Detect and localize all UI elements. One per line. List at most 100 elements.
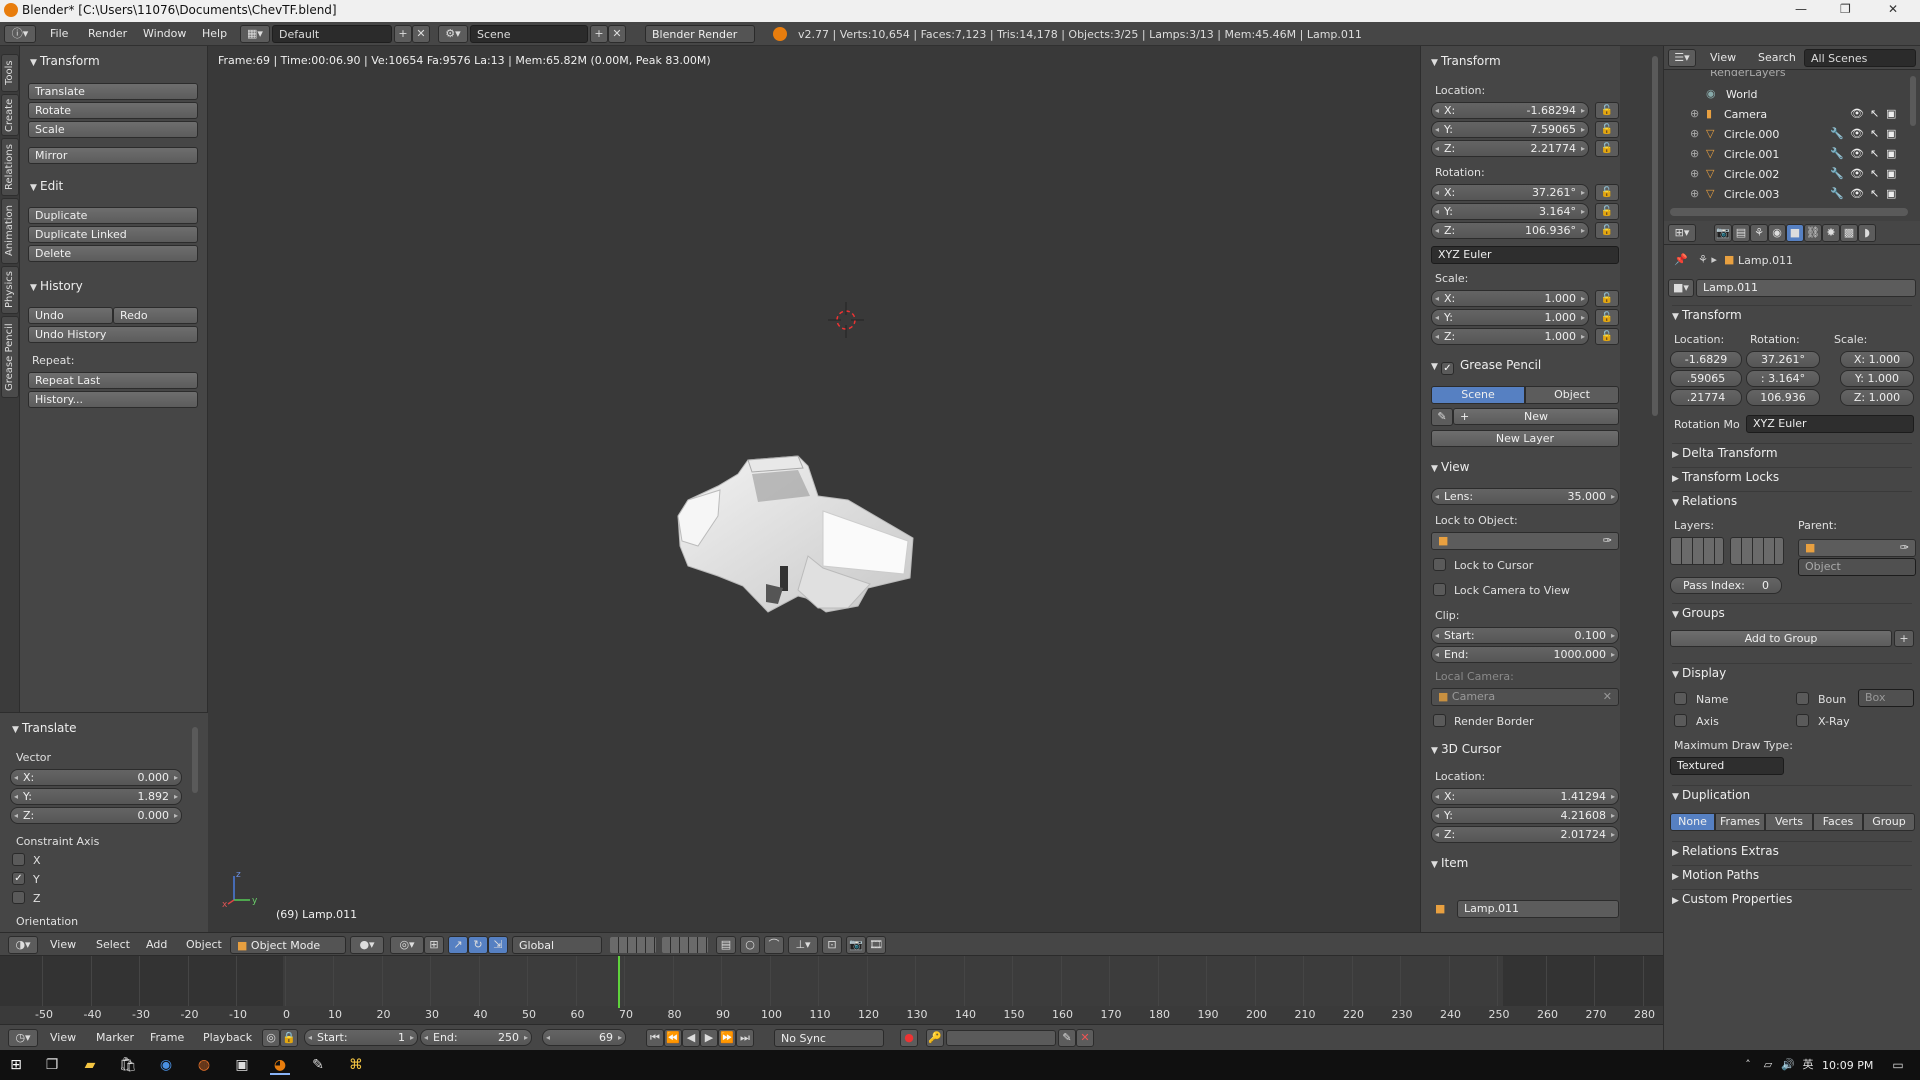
- editor-type-outliner-icon[interactable]: ☰▾: [1668, 49, 1696, 67]
- pe-rotation-y[interactable]: : 3.164°: [1746, 370, 1820, 387]
- truck-model[interactable]: [648, 416, 948, 656]
- lock-icon[interactable]: 🔓: [1595, 140, 1619, 157]
- transform-orientation-select[interactable]: Global: [512, 936, 602, 954]
- pe-scale-y[interactable]: Y: 1.000: [1840, 370, 1914, 387]
- notepad-icon[interactable]: ✎: [308, 1055, 328, 1075]
- visibility-eye-icon[interactable]: 👁: [1850, 147, 1864, 160]
- play-icon[interactable]: ▶: [700, 1029, 718, 1047]
- tab-create[interactable]: Create: [1, 94, 19, 136]
- outliner-row-circle001[interactable]: ⊕ ▽ Circle.001 🔧 👁 ↖ ▣: [1664, 144, 1920, 164]
- panel-transform-header[interactable]: ▼ Transform: [1431, 54, 1611, 74]
- opengl-anim-icon[interactable]: 🎞: [866, 936, 886, 954]
- texture-context-icon[interactable]: ▩: [1840, 224, 1858, 242]
- scale-x-field[interactable]: ◂ X: 1.000 ▸: [1431, 290, 1589, 307]
- render-border-checkbox[interactable]: [1433, 714, 1446, 727]
- rotation-x-field[interactable]: ◂ X: 37.261° ▸: [1431, 184, 1589, 201]
- ime-icon[interactable]: 英: [1798, 1055, 1818, 1075]
- lock-icon[interactable]: 🔓: [1595, 184, 1619, 201]
- visibility-eye-icon[interactable]: 👁: [1850, 127, 1864, 140]
- file-explorer-icon[interactable]: ▰: [80, 1055, 100, 1075]
- scale-y-field[interactable]: ◂ Y: 1.000 ▸: [1431, 309, 1589, 326]
- notification-center-icon[interactable]: ▭: [1888, 1055, 1908, 1075]
- dup-verts-toggle[interactable]: Verts: [1765, 813, 1813, 831]
- layers-grid-b[interactable]: [1730, 537, 1784, 565]
- outliner-row-circle000[interactable]: ⊕ ▽ Circle.000 🔧 👁 ↖ ▣: [1664, 124, 1920, 144]
- lock-icon[interactable]: 🔓: [1595, 309, 1619, 326]
- undo-button[interactable]: Undo: [28, 307, 113, 324]
- scale-z-field[interactable]: ◂ Z: 1.000 ▸: [1431, 328, 1589, 345]
- wrench-icon[interactable]: 🔧: [1830, 147, 1844, 160]
- pe-rotation-x[interactable]: 37.261°: [1746, 351, 1820, 368]
- playhead[interactable]: [618, 956, 621, 1008]
- lock-icon[interactable]: 🔓: [1595, 121, 1619, 138]
- render-layers-context-icon[interactable]: ▤: [1732, 224, 1750, 242]
- tab-relations[interactable]: Relations: [1, 138, 19, 196]
- object-data-icon[interactable]: ■▾: [1668, 279, 1694, 297]
- maximize-button[interactable]: ❐: [1840, 2, 1851, 16]
- store-icon[interactable]: 🛍: [118, 1055, 138, 1075]
- render-context-icon[interactable]: 📷: [1714, 224, 1732, 242]
- editor-type-info-icon[interactable]: ⓘ▾: [4, 25, 36, 43]
- snap-target-icon[interactable]: ⊡: [822, 936, 842, 954]
- menu-window[interactable]: Window: [143, 27, 186, 40]
- tab-tools[interactable]: Tools: [1, 54, 19, 92]
- parent-field[interactable]: ■ ✑: [1798, 539, 1916, 557]
- opengl-render-icon[interactable]: 📷: [846, 936, 866, 954]
- lock-camera-checkbox[interactable]: [1433, 583, 1446, 596]
- timeline-menu-view[interactable]: View: [50, 1031, 76, 1044]
- wrench-icon[interactable]: 🔧: [1830, 167, 1844, 180]
- close-window-button[interactable]: ✕: [1888, 2, 1898, 16]
- panel-relations-header[interactable]: ▼ Relations: [1672, 491, 1912, 511]
- rotation-y-field[interactable]: ◂ Y: 3.164° ▸: [1431, 203, 1589, 220]
- lock-icon[interactable]: 🔓: [1595, 222, 1619, 239]
- expand-icon[interactable]: ⊕: [1690, 167, 1699, 180]
- object-context-icon[interactable]: ■: [1786, 224, 1804, 242]
- panel-delta-transform-header[interactable]: ▶ Delta Transform: [1672, 443, 1912, 463]
- cursor-x-field[interactable]: ◂ X: 1.41294 ▸: [1431, 788, 1619, 805]
- task-view-icon[interactable]: ❐: [42, 1055, 62, 1075]
- add-to-group-button[interactable]: Add to Group: [1670, 630, 1892, 647]
- visibility-eye-icon[interactable]: 👁: [1850, 187, 1864, 200]
- panel-duplication-header[interactable]: ▼ Duplication: [1672, 785, 1912, 805]
- duplicate-button[interactable]: Duplicate: [28, 207, 198, 224]
- expand-icon[interactable]: ⊕: [1690, 107, 1699, 120]
- outliner-row-world[interactable]: ◉ World: [1664, 84, 1920, 104]
- insert-keyframe-icon[interactable]: ✎: [1058, 1029, 1076, 1047]
- eyedropper-icon[interactable]: ✑: [1900, 541, 1909, 555]
- cursor-y-field[interactable]: ◂ Y: 4.21608 ▸: [1431, 807, 1619, 824]
- pe-rotation-mode-select[interactable]: XYZ Euler: [1746, 415, 1914, 433]
- panel-history-header[interactable]: ▼ History: [30, 279, 200, 299]
- rotation-z-field[interactable]: ◂ Z: 106.936° ▸: [1431, 222, 1589, 239]
- render-camera-icon[interactable]: ▣: [1886, 187, 1896, 200]
- panel-object-transform-header[interactable]: ▼ Transform: [1672, 305, 1912, 325]
- manipulator-toggle-icon[interactable]: ⊞: [424, 936, 444, 954]
- pivot-point-icon[interactable]: ◎▾: [390, 936, 424, 954]
- vector-z-field[interactable]: ◂ Z: 0.000 ▸: [10, 807, 182, 824]
- chrome-icon[interactable]: ◉: [156, 1055, 176, 1075]
- clock[interactable]: 10:09 PM: [1822, 1059, 1873, 1072]
- expand-icon[interactable]: ⊕: [1690, 147, 1699, 160]
- layer-lock-icon[interactable]: ▤: [716, 936, 736, 954]
- render-camera-icon[interactable]: ▣: [1886, 167, 1896, 180]
- panel-view-header[interactable]: ▼ View: [1431, 460, 1611, 480]
- viewport-shading-icon[interactable]: ●▾: [350, 936, 384, 954]
- jump-end-icon[interactable]: ⏭: [736, 1029, 754, 1047]
- display-xray-checkbox[interactable]: [1796, 714, 1809, 727]
- editor-type-properties-icon[interactable]: ⊞▾: [1668, 224, 1696, 242]
- current-frame-field[interactable]: ◂ 69 ▸: [542, 1029, 626, 1046]
- clear-icon[interactable]: ✕: [1603, 690, 1612, 704]
- blender-taskbar-icon[interactable]: ◕: [270, 1055, 290, 1075]
- add-group-icon[interactable]: +: [1894, 630, 1914, 647]
- scale-button[interactable]: Scale: [28, 121, 198, 138]
- location-y-field[interactable]: ◂ Y: 7.59065 ▸: [1431, 121, 1589, 138]
- play-reverse-icon[interactable]: ◀: [682, 1029, 700, 1047]
- select-arrow-icon[interactable]: ↖: [1870, 107, 1879, 120]
- lock-range-icon[interactable]: 🔒: [280, 1029, 298, 1047]
- scene-field[interactable]: Scene: [470, 25, 588, 43]
- local-camera-field[interactable]: ■ Camera ✕: [1431, 688, 1619, 706]
- lock-icon[interactable]: 🔓: [1595, 328, 1619, 345]
- auto-keying-icon[interactable]: ●: [900, 1029, 918, 1047]
- 3d-viewport[interactable]: Frame:69 | Time:00:06.90 | Ve:10654 Fa:9…: [208, 46, 1420, 932]
- operator-scrollbar[interactable]: [192, 727, 198, 793]
- translate-manipulator-icon[interactable]: ↗: [448, 936, 468, 954]
